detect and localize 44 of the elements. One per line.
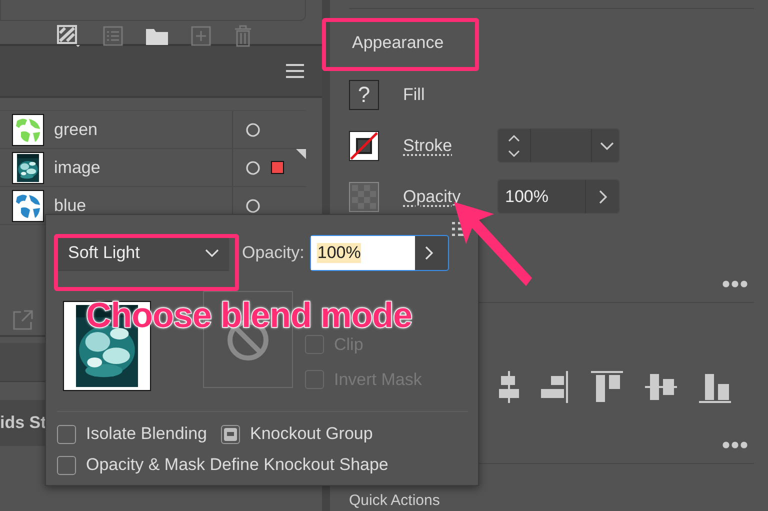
artboard-icon[interactable] xyxy=(57,25,81,47)
layer-name: image xyxy=(54,158,102,178)
blend-mode-dropdown[interactable]: Soft Light xyxy=(57,235,229,271)
panel-title: Quick Actions xyxy=(349,492,441,509)
checkerboard-icon[interactable] xyxy=(349,182,379,212)
checkbox[interactable] xyxy=(220,424,240,444)
checkbox-label: Knockout Group xyxy=(250,424,373,444)
target-icon[interactable] xyxy=(246,198,260,212)
layer-row[interactable]: green xyxy=(0,111,306,149)
checkbox[interactable] xyxy=(57,456,76,474)
trash-icon[interactable] xyxy=(233,25,253,47)
align-middle-icon[interactable] xyxy=(645,371,677,403)
align-center-icon[interactable] xyxy=(499,371,519,403)
chevron-down-icon xyxy=(205,249,219,257)
layer-name: green xyxy=(54,120,98,140)
selection-indicator[interactable] xyxy=(271,161,284,174)
align-right-icon[interactable] xyxy=(541,371,569,403)
menu-icon[interactable] xyxy=(286,64,304,78)
property-label: Fill xyxy=(403,84,426,104)
stroke-swatch-icon[interactable] xyxy=(349,130,379,160)
checkbox-label: Isolate Blending xyxy=(86,424,207,444)
align-bottom-icon[interactable] xyxy=(699,371,731,403)
property-label[interactable]: Opacity xyxy=(403,186,497,206)
globe-icon xyxy=(12,114,44,146)
globe-icon xyxy=(12,190,44,222)
checkbox-label: Opacity & Mask Define Knockout Shape xyxy=(86,455,388,475)
chevron-right-icon[interactable] xyxy=(599,190,607,204)
more-icon[interactable] xyxy=(722,441,748,449)
stroke-weight-field[interactable] xyxy=(497,128,620,163)
stepper-icon[interactable] xyxy=(506,132,522,158)
field-label: Opacity: xyxy=(242,243,304,263)
target-icon[interactable] xyxy=(246,160,260,174)
fill-swatch[interactable]: ? xyxy=(349,80,379,110)
panel-title: Appearance xyxy=(352,33,445,53)
layer-row[interactable]: image xyxy=(0,149,306,187)
layer-name: blue xyxy=(54,196,88,216)
align-top-icon[interactable] xyxy=(591,371,623,403)
checkbox[interactable] xyxy=(57,424,76,444)
chevron-down-icon[interactable] xyxy=(600,142,614,150)
property-label[interactable]: Stroke xyxy=(403,136,497,156)
target-icon[interactable] xyxy=(246,122,260,136)
more-icon[interactable] xyxy=(722,280,748,288)
corner-mark-icon xyxy=(296,149,306,159)
panel-label: ids St xyxy=(0,413,46,433)
